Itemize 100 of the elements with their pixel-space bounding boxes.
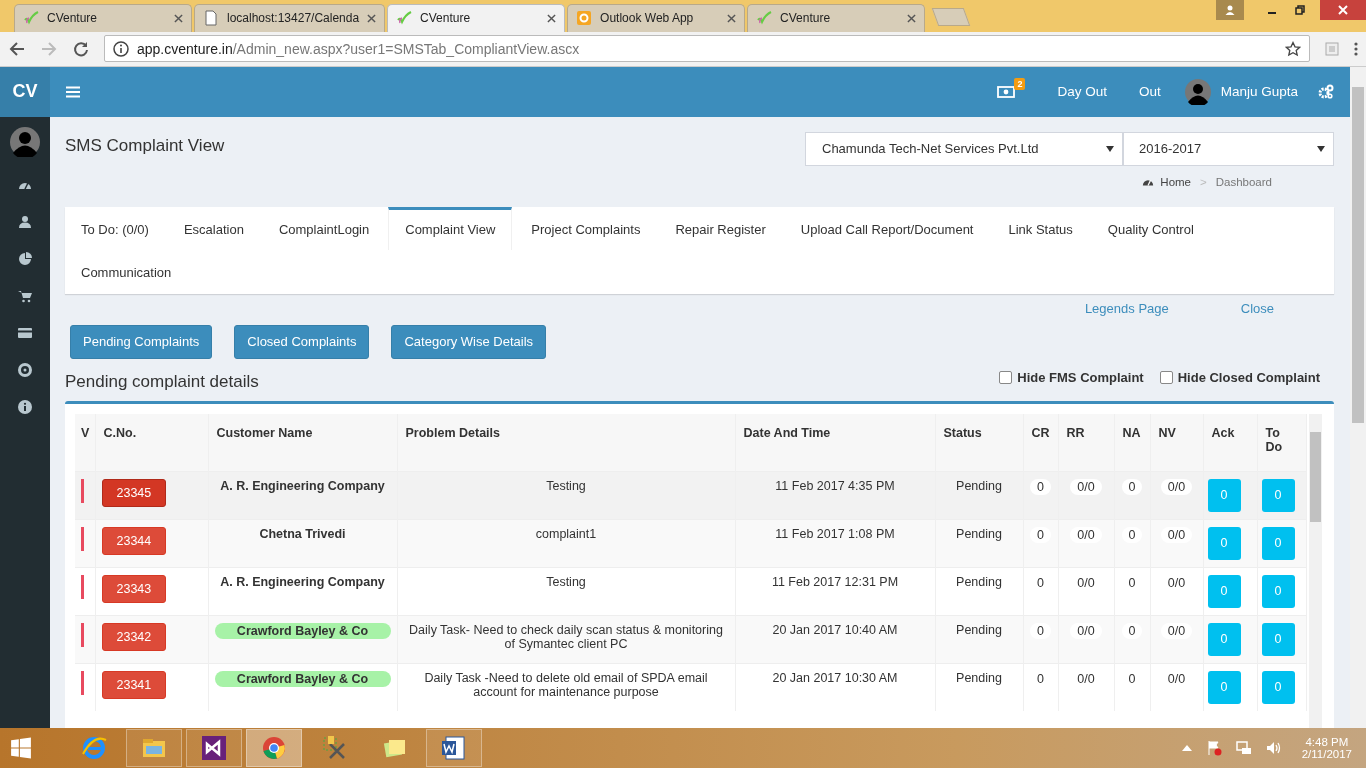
status-text: Pending [956,622,1002,637]
action-button[interactable]: Pending Complaints [70,324,213,359]
settings-icon[interactable] [1318,83,1334,100]
complaint-number-badge[interactable]: 23345 [101,478,167,507]
column-header: Status [935,413,1023,472]
browser-tab[interactable]: localhost:13427/Calenda [194,3,386,32]
tab[interactable]: To Do: (0/0) [65,206,165,250]
avatar-icon[interactable] [10,126,40,157]
year-select[interactable]: 2016-2017 [1123,131,1334,166]
date-time: 20 Jan 2017 10:40 AM [772,622,898,637]
user-name[interactable]: Manju Gupta [1220,84,1298,100]
flag-icon[interactable] [1205,740,1222,756]
count-pill: 0 [1121,622,1143,639]
tab-title: CVenture [780,11,832,26]
table-row[interactable]: 23345 A. R. Engineering Company Testing 11 Feb 2017 4:35 PM Pending 0 0/0 0 0/0 0 0 [75,471,1306,520]
company-select[interactable]: Chamunda Tech-Net Services Pvt.Ltd [805,131,1123,166]
close-icon[interactable] [547,13,557,23]
tab[interactable]: Repair Register [659,206,782,250]
complaint-number-badge[interactable]: 23343 [101,574,167,603]
close-icon[interactable] [907,13,917,23]
document-app-icon[interactable] [426,729,482,767]
url-text: app.cventure.in/Admin_new.aspx?user1=SMSTab_CompliantView.ascx [137,40,580,57]
tab[interactable]: ComplaintLogin [262,206,386,250]
browser-tab[interactable]: Outlook Web App [567,3,746,32]
tab-title: Outlook Web App [600,11,695,26]
count-pill: 0 [1030,622,1051,639]
tab[interactable]: Escalation [167,206,260,250]
complaint-number-badge[interactable]: 23341 [101,670,167,699]
header-link[interactable]: Day Out [1057,84,1107,100]
notification-badge: 2 [1014,77,1026,90]
caret-icon[interactable] [1106,145,1114,152]
complaint-number-badge[interactable]: 23342 [101,622,167,651]
scrollbar[interactable] [1350,66,1366,729]
info-icon[interactable] [113,40,129,57]
action-button[interactable]: Closed Complaints [234,324,370,359]
table-row[interactable]: 23344 Chetna Trivedi complaint1 11 Feb 2017 1:08 PM Pending 0 0/0 0 0/0 0 0 [75,519,1306,568]
column-header: RR [1058,413,1114,472]
checkbox-label[interactable]: Hide Closed Complaint [1177,370,1320,386]
section-title: Pending complaint details [65,371,259,392]
info-icon[interactable] [18,399,32,414]
column-header: Ack [1203,413,1257,472]
reload-icon[interactable] [72,39,90,58]
count-pill: 0 [1121,478,1143,495]
close-icon[interactable] [1320,0,1366,20]
tab-title: CVenture [47,11,99,26]
tab[interactable]: Complaint View [388,206,513,250]
tab[interactable]: Quality Control [1091,206,1210,250]
avatar-icon[interactable] [1184,78,1211,105]
table-row[interactable]: 23343 A. R. Engineering Company Testing 11 Feb 2017 12:31 PM Pending 0 0/0 0 0/0 0 0 [75,567,1306,616]
count-pill: 0 [1121,526,1143,543]
scrollbar[interactable] [1308,413,1322,729]
customer-tag: Crawford Bayley & Co [214,622,391,639]
infinity-app-icon[interactable] [186,729,242,767]
browser-tab[interactable]: CVenture [747,3,926,32]
tab[interactable]: Upload Call Report/Document [784,206,990,250]
column-header: Customer Name [208,413,397,472]
status-bar-icon [81,526,84,551]
star-icon[interactable] [1285,40,1301,57]
profile-icon[interactable] [1216,0,1244,20]
start-icon[interactable] [10,737,32,759]
app-logo[interactable]: CV [0,66,50,117]
tab[interactable]: Link Status [992,206,1089,250]
browser-tab[interactable]: CVenture [387,3,566,32]
date-time: 20 Jan 2017 10:30 AM [772,670,898,685]
pie-chart-icon[interactable] [18,251,32,266]
user-icon[interactable] [18,214,32,229]
checkbox-label[interactable]: Hide FMS Complaint [1017,370,1144,386]
money-icon[interactable] [997,85,1016,98]
menu-icon[interactable] [1354,40,1358,57]
tab[interactable]: Communication [65,249,188,293]
menu-icon[interactable] [66,85,80,98]
customer-name: A. R. Engineering Company [220,478,385,493]
table-row[interactable]: 23341 Crawford Bayley & Co Daily Task -Need to delete old email of SPDA email account for maintenance purpose 20 Jan 2017 10:30 AM Pending 0 0/0 0 0/0 0 0 [75,663,1306,711]
checkbox[interactable] [1159,371,1173,385]
status-bar-icon [81,670,84,695]
complaint-number-badge[interactable]: 23344 [101,526,167,555]
browser-tab[interactable]: CVenture [14,3,192,32]
lifebuoy-icon[interactable] [18,362,32,377]
close-icon[interactable] [727,13,737,23]
close-icon[interactable] [174,13,183,23]
address-bar[interactable]: app.cventure.in/Admin_new.aspx?user1=SMSTab_CompliantView.ascx [104,35,1310,63]
header-link[interactable]: Out [1138,84,1161,100]
column-header: CR [1023,413,1058,472]
cart-icon[interactable] [18,288,32,303]
action-button[interactable]: Category Wise Details [391,324,547,359]
caret-icon[interactable] [1317,145,1325,152]
table-row[interactable]: 23342 Crawford Bayley & Co Daily Task- Need to check daily scan status & monitoring of Symantec client PC 20 Jan 2017 10:40 AM Pending 0 0/0 0 0/0 0 0 [75,615,1306,664]
close-icon[interactable] [367,13,377,23]
back-icon[interactable] [8,39,26,58]
mail-app-icon [576,10,593,27]
credit-card-icon[interactable] [18,325,32,340]
status-bar-icon [81,622,84,647]
tab[interactable]: Project Complaints [515,206,657,250]
date-time: 11 Feb 2017 12:31 PM [771,574,899,589]
page-title: SMS Complaint View [65,135,225,157]
checkbox[interactable] [999,371,1013,385]
breadcrumb-item[interactable]: Home [1160,175,1191,188]
tab-title: localhost:13427/Calenda [227,11,360,26]
status-text: Pending [956,670,1002,685]
count-pill: 0 [1030,526,1051,543]
